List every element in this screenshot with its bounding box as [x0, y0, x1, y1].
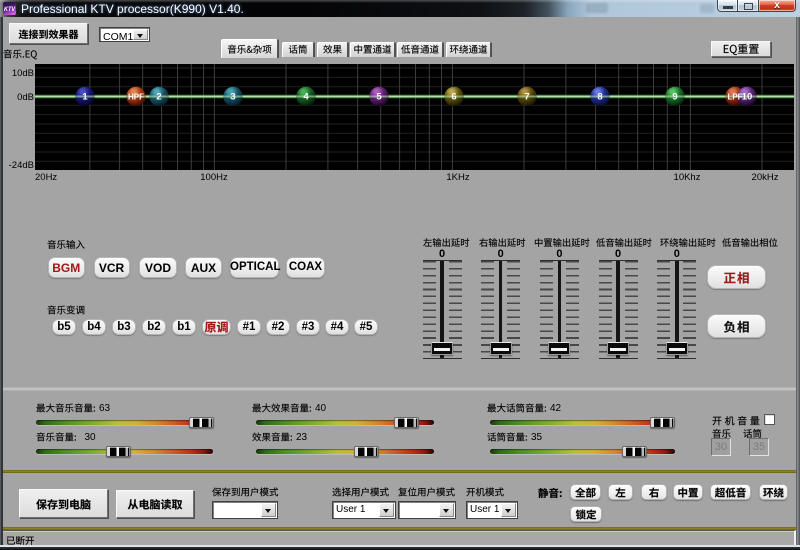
svg-text:5: 5 — [376, 92, 382, 103]
svg-text:9: 9 — [672, 92, 677, 103]
svg-text:6: 6 — [451, 92, 456, 103]
svg-text:LPF: LPF — [727, 93, 742, 102]
svg-text:4: 4 — [303, 92, 309, 103]
svg-text:HPF: HPF — [128, 93, 144, 102]
svg-text:1: 1 — [82, 92, 88, 103]
svg-text:7: 7 — [524, 92, 529, 103]
svg-text:2: 2 — [156, 92, 161, 103]
svg-text:3: 3 — [230, 92, 235, 103]
svg-text:10: 10 — [742, 92, 753, 103]
svg-text:8: 8 — [597, 92, 602, 103]
